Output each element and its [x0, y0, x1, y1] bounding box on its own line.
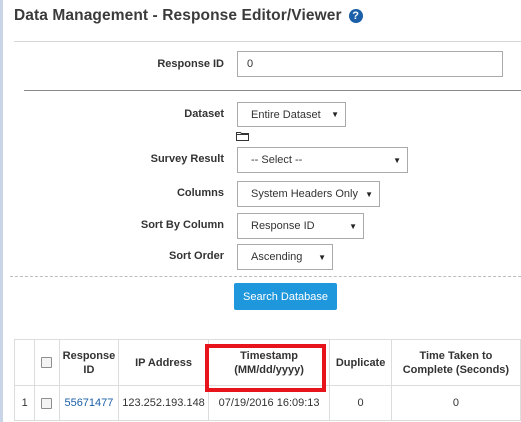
- response-id-cell[interactable]: 55671477: [58, 385, 120, 421]
- row-number-header: [13, 339, 36, 386]
- survey-result-select[interactable]: -- Select -- ▼: [237, 147, 408, 173]
- columns-select[interactable]: System Headers Only ▼: [237, 181, 380, 207]
- time-taken-header[interactable]: Time Taken to Complete (Seconds): [390, 339, 521, 386]
- page-header: Data Management - Response Editor/Viewer…: [14, 5, 363, 27]
- left-edge-bar: [0, 0, 3, 422]
- dataset-select[interactable]: Entire Dataset ▼: [237, 102, 346, 127]
- timestamp-cell: 07/19/2016 16:09:13: [207, 385, 331, 421]
- duplicate-header[interactable]: Duplicate: [329, 339, 392, 386]
- columns-select-value: System Headers Only: [251, 188, 358, 200]
- timestamp-header[interactable]: Timestamp (MM/dd/yyyy): [207, 339, 331, 386]
- search-database-button[interactable]: Search Database: [234, 283, 337, 310]
- time-taken-cell: 0: [390, 385, 521, 421]
- ip-address-cell: 123.252.193.148: [118, 385, 209, 421]
- response-id-input[interactable]: 0: [237, 51, 503, 77]
- header-divider: [14, 41, 521, 42]
- select-all-header: [34, 339, 60, 386]
- chevron-down-icon: ▼: [331, 110, 339, 119]
- sort-order-select[interactable]: Ascending ▼: [237, 244, 333, 270]
- chevron-down-icon: ▼: [393, 155, 401, 165]
- chevron-down-icon: ▼: [365, 189, 373, 199]
- sort-by-column-label: Sort By Column: [140, 219, 224, 231]
- row-select-cell: [34, 385, 60, 421]
- sort-by-column-select-value: Response ID: [251, 220, 315, 232]
- response-id-label: Response ID: [157, 58, 224, 70]
- duplicate-cell: 0: [329, 385, 392, 421]
- sort-by-column-select[interactable]: Response ID ▼: [237, 213, 364, 239]
- response-id-header[interactable]: Response ID: [58, 339, 120, 386]
- select-all-checkbox[interactable]: [41, 357, 53, 369]
- sort-order-select-value: Ascending: [251, 251, 303, 263]
- dataset-select-value: Entire Dataset: [251, 108, 321, 121]
- dashed-divider: [10, 276, 521, 277]
- chevron-down-icon: ▼: [349, 221, 357, 231]
- results-table: Response ID IP Address Timestamp (MM/dd/…: [13, 339, 521, 421]
- help-icon[interactable]: ?: [348, 9, 363, 23]
- row-checkbox[interactable]: [41, 397, 53, 409]
- columns-label: Columns: [176, 187, 224, 199]
- sort-order-label: Sort Order: [168, 250, 224, 262]
- ip-address-header[interactable]: IP Address: [118, 339, 209, 386]
- page-title: Data Management - Response Editor/Viewer: [14, 7, 342, 24]
- survey-result-label: Survey Result: [150, 153, 224, 165]
- table-row: 1 55671477 123.252.193.148 07/19/2016 16…: [13, 385, 521, 421]
- survey-result-select-value: -- Select --: [251, 154, 303, 166]
- form-divider: [24, 90, 521, 91]
- row-number: 1: [13, 385, 36, 421]
- chevron-down-icon: ▼: [318, 252, 326, 262]
- folder-icon[interactable]: [236, 131, 249, 141]
- table-header-row: Response ID IP Address Timestamp (MM/dd/…: [13, 339, 521, 386]
- dataset-label: Dataset: [184, 108, 224, 120]
